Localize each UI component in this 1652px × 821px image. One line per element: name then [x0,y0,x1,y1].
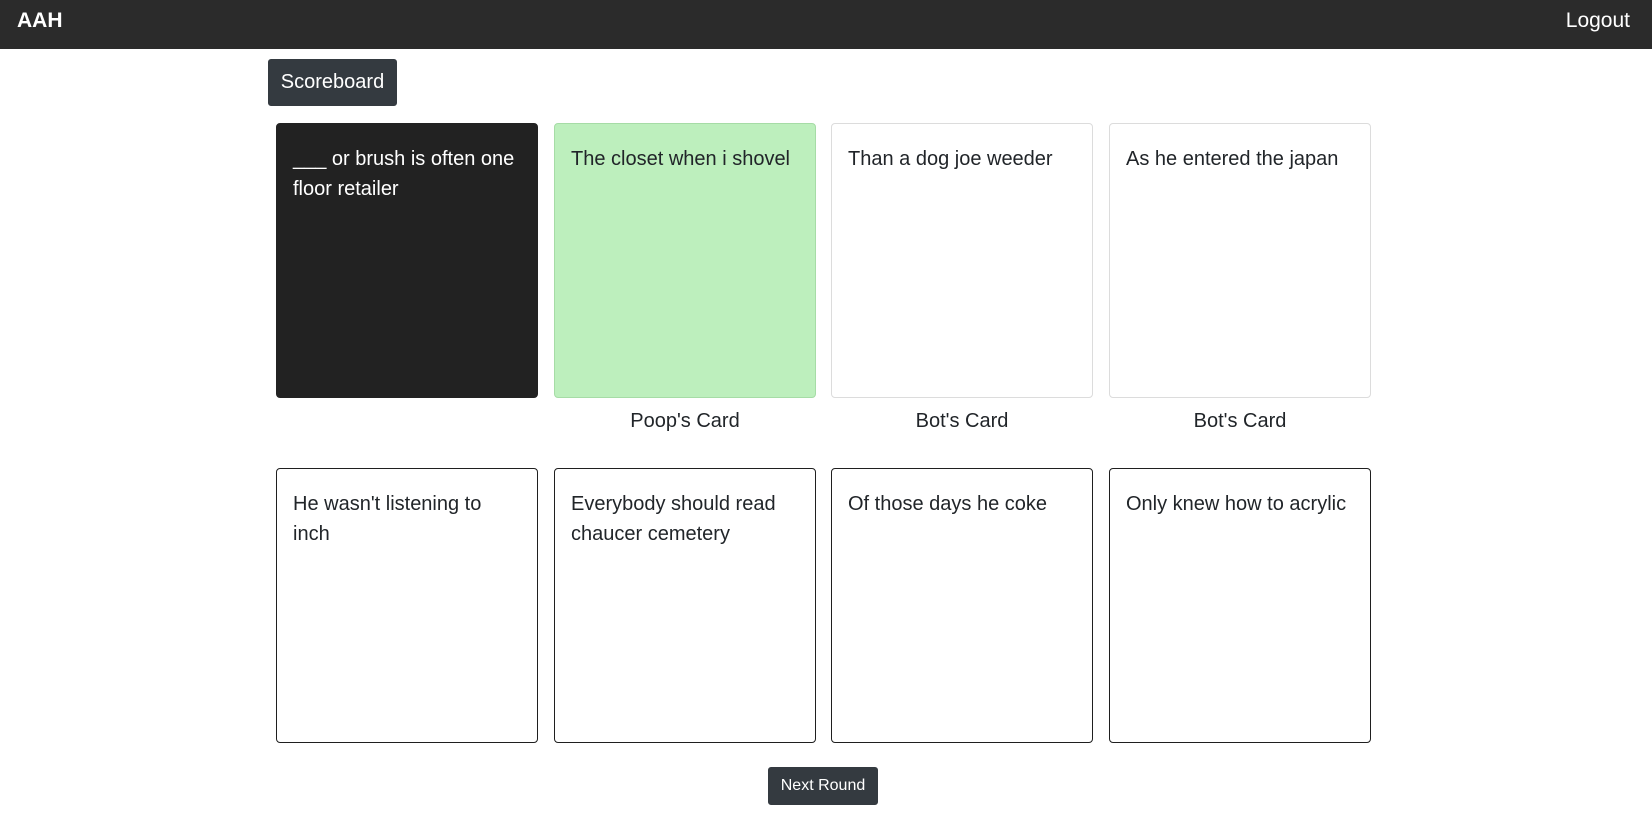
logout-link[interactable]: Logout [1566,9,1630,33]
next-round-button[interactable]: Next Round [768,767,878,805]
played-card-1[interactable]: The closet when i shovel [554,123,816,398]
played-card-owner-2: Bot's Card [915,410,1009,432]
scoreboard-button[interactable]: Scoreboard [268,59,397,106]
brand-link[interactable]: AAH [17,9,63,33]
navbar: AAH Logout [0,0,1652,49]
played-card-owner-1: Poop's Card [630,410,740,432]
hand-card-3[interactable]: Of those days he coke [831,468,1093,743]
played-card-3[interactable]: As he entered the japan [1109,123,1371,398]
hand-card-1[interactable]: He wasn't listening to inch [276,468,538,743]
hand-card-2[interactable]: Everybody should read chaucer cemetery [554,468,816,743]
played-card-2[interactable]: Than a dog joe weeder [831,123,1093,398]
played-card-owner-3: Bot's Card [1193,410,1287,432]
hand-card-4[interactable]: Only knew how to acrylic [1109,468,1371,743]
black-card: ___ or brush is often one floor retailer [276,123,538,398]
